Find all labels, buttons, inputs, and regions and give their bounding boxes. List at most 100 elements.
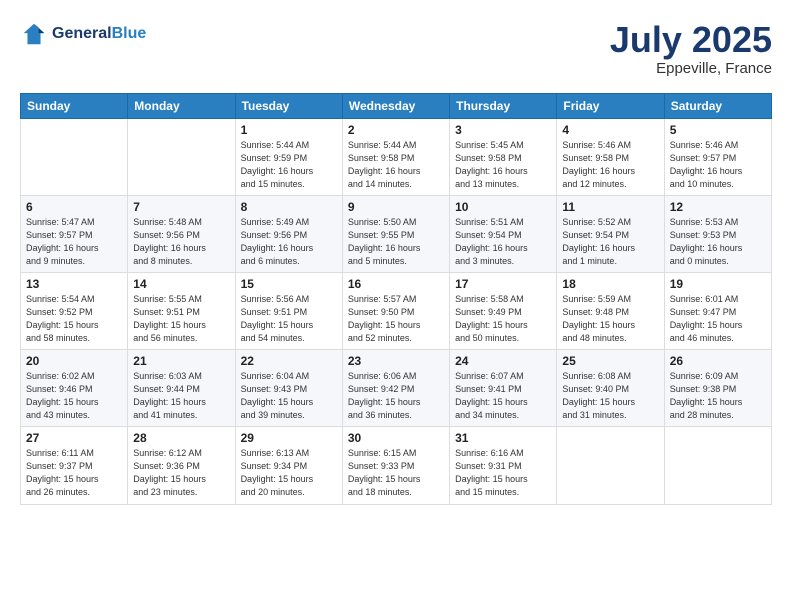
day-info: Sunrise: 5:59 AM Sunset: 9:48 PM Dayligh… — [562, 293, 658, 345]
day-number: 27 — [26, 431, 122, 445]
weekday-header-row: SundayMondayTuesdayWednesdayThursdayFrid… — [21, 93, 772, 118]
title-block: July 2025 Eppeville, France — [610, 20, 772, 77]
calendar-cell: 9 Sunrise: 5:50 AM Sunset: 9:55 PM Daylig… — [342, 195, 449, 272]
day-info: Sunrise: 5:47 AM Sunset: 9:57 PM Dayligh… — [26, 216, 122, 268]
location: Eppeville, France — [610, 60, 772, 77]
day-number: 13 — [26, 277, 122, 291]
day-number: 9 — [348, 200, 444, 214]
day-info: Sunrise: 5:45 AM Sunset: 9:58 PM Dayligh… — [455, 139, 551, 191]
calendar-cell: 24Sunrise: 6:07 AM Sunset: 9:41 PM Dayli… — [450, 350, 557, 427]
day-info: Sunrise: 5:48 AM Sunset: 9:56 PM Dayligh… — [133, 216, 229, 268]
day-number: 25 — [562, 354, 658, 368]
day-number: 21 — [133, 354, 229, 368]
weekday-header: Friday — [557, 93, 664, 118]
day-number: 19 — [670, 277, 766, 291]
calendar-week-row: 13 Sunrise: 5:54 AM Sunset: 9:52 PM Dayli… — [21, 272, 772, 349]
day-info: Sunrise: 5:46 AM Sunset: 9:57 PM Dayligh… — [670, 139, 766, 191]
day-info: Sunrise: 5:54 AM Sunset: 9:52 PM Dayligh… — [26, 293, 122, 345]
calendar-cell: 30 Sunrise: 6:15 AM Sunset: 9:33 PM Dayli… — [342, 427, 449, 504]
weekday-header: Thursday — [450, 93, 557, 118]
calendar-cell — [664, 427, 771, 504]
calendar-cell: 4 Sunrise: 5:46 AM Sunset: 9:58 PM Daylig… — [557, 118, 664, 195]
weekday-header: Monday — [128, 93, 235, 118]
day-number: 30 — [348, 431, 444, 445]
day-info: Sunrise: 5:55 AM Sunset: 9:51 PM Dayligh… — [133, 293, 229, 345]
day-info: Sunrise: 5:57 AM Sunset: 9:50 PM Dayligh… — [348, 293, 444, 345]
calendar-cell: 14 Sunrise: 5:55 AM Sunset: 9:51 PM Dayli… — [128, 272, 235, 349]
day-info: Sunrise: 5:49 AM Sunset: 9:56 PM Dayligh… — [241, 216, 337, 268]
day-number: 12 — [670, 200, 766, 214]
day-number: 2 — [348, 123, 444, 137]
day-number: 4 — [562, 123, 658, 137]
day-number: 23 — [348, 354, 444, 368]
day-info: Sunrise: 5:46 AM Sunset: 9:58 PM Dayligh… — [562, 139, 658, 191]
calendar-week-row: 6 Sunrise: 5:47 AM Sunset: 9:57 PM Daylig… — [21, 195, 772, 272]
calendar-cell: 25Sunrise: 6:08 AM Sunset: 9:40 PM Dayli… — [557, 350, 664, 427]
day-info: Sunrise: 5:51 AM Sunset: 9:54 PM Dayligh… — [455, 216, 551, 268]
calendar-cell: 17Sunrise: 5:58 AM Sunset: 9:49 PM Dayli… — [450, 272, 557, 349]
calendar-cell: 10 Sunrise: 5:51 AM Sunset: 9:54 PM Dayli… — [450, 195, 557, 272]
calendar-cell: 13 Sunrise: 5:54 AM Sunset: 9:52 PM Dayli… — [21, 272, 128, 349]
calendar-cell: 22 Sunrise: 6:04 AM Sunset: 9:43 PM Dayli… — [235, 350, 342, 427]
logo-text: GeneralBlue — [52, 25, 146, 43]
calendar-cell: 8Sunrise: 5:49 AM Sunset: 9:56 PM Daylig… — [235, 195, 342, 272]
logo-icon — [20, 20, 48, 48]
calendar-cell: 6 Sunrise: 5:47 AM Sunset: 9:57 PM Daylig… — [21, 195, 128, 272]
calendar-cell: 18Sunrise: 5:59 AM Sunset: 9:48 PM Dayli… — [557, 272, 664, 349]
calendar-table: SundayMondayTuesdayWednesdayThursdayFrid… — [20, 93, 772, 505]
day-number: 15 — [241, 277, 337, 291]
day-number: 14 — [133, 277, 229, 291]
calendar-cell: 15 Sunrise: 5:56 AM Sunset: 9:51 PM Dayli… — [235, 272, 342, 349]
day-number: 22 — [241, 354, 337, 368]
calendar-cell: 11Sunrise: 5:52 AM Sunset: 9:54 PM Dayli… — [557, 195, 664, 272]
calendar-week-row: 20Sunrise: 6:02 AM Sunset: 9:46 PM Dayli… — [21, 350, 772, 427]
calendar-cell: 5 Sunrise: 5:46 AM Sunset: 9:57 PM Daylig… — [664, 118, 771, 195]
calendar-cell: 29Sunrise: 6:13 AM Sunset: 9:34 PM Dayli… — [235, 427, 342, 504]
calendar-cell: 1Sunrise: 5:44 AM Sunset: 9:59 PM Daylig… — [235, 118, 342, 195]
calendar-cell: 21 Sunrise: 6:03 AM Sunset: 9:44 PM Dayli… — [128, 350, 235, 427]
day-info: Sunrise: 6:07 AM Sunset: 9:41 PM Dayligh… — [455, 370, 551, 422]
day-number: 26 — [670, 354, 766, 368]
calendar-cell: 28Sunrise: 6:12 AM Sunset: 9:36 PM Dayli… — [128, 427, 235, 504]
calendar-cell: 19 Sunrise: 6:01 AM Sunset: 9:47 PM Dayli… — [664, 272, 771, 349]
day-number: 7 — [133, 200, 229, 214]
calendar-cell: 2 Sunrise: 5:44 AM Sunset: 9:58 PM Daylig… — [342, 118, 449, 195]
day-info: Sunrise: 5:56 AM Sunset: 9:51 PM Dayligh… — [241, 293, 337, 345]
logo: GeneralBlue — [20, 20, 146, 48]
calendar-cell: 20Sunrise: 6:02 AM Sunset: 9:46 PM Dayli… — [21, 350, 128, 427]
day-info: Sunrise: 6:09 AM Sunset: 9:38 PM Dayligh… — [670, 370, 766, 422]
calendar-cell: 23Sunrise: 6:06 AM Sunset: 9:42 PM Dayli… — [342, 350, 449, 427]
day-number: 20 — [26, 354, 122, 368]
day-info: Sunrise: 6:03 AM Sunset: 9:44 PM Dayligh… — [133, 370, 229, 422]
weekday-header: Wednesday — [342, 93, 449, 118]
day-number: 31 — [455, 431, 551, 445]
calendar-cell: 26 Sunrise: 6:09 AM Sunset: 9:38 PM Dayli… — [664, 350, 771, 427]
day-info: Sunrise: 6:12 AM Sunset: 9:36 PM Dayligh… — [133, 447, 229, 499]
day-number: 1 — [241, 123, 337, 137]
day-info: Sunrise: 5:58 AM Sunset: 9:49 PM Dayligh… — [455, 293, 551, 345]
day-info: Sunrise: 6:15 AM Sunset: 9:33 PM Dayligh… — [348, 447, 444, 499]
calendar-cell: 31 Sunrise: 6:16 AM Sunset: 9:31 PM Dayli… — [450, 427, 557, 504]
calendar-cell: 7 Sunrise: 5:48 AM Sunset: 9:56 PM Daylig… — [128, 195, 235, 272]
day-info: Sunrise: 6:16 AM Sunset: 9:31 PM Dayligh… — [455, 447, 551, 499]
day-info: Sunrise: 6:04 AM Sunset: 9:43 PM Dayligh… — [241, 370, 337, 422]
day-number: 29 — [241, 431, 337, 445]
day-info: Sunrise: 5:50 AM Sunset: 9:55 PM Dayligh… — [348, 216, 444, 268]
day-info: Sunrise: 6:11 AM Sunset: 9:37 PM Dayligh… — [26, 447, 122, 499]
calendar-week-row: 27 Sunrise: 6:11 AM Sunset: 9:37 PM Dayli… — [21, 427, 772, 504]
weekday-header: Tuesday — [235, 93, 342, 118]
day-number: 6 — [26, 200, 122, 214]
month-title: July 2025 — [610, 20, 772, 60]
calendar-cell: 27 Sunrise: 6:11 AM Sunset: 9:37 PM Dayli… — [21, 427, 128, 504]
day-number: 10 — [455, 200, 551, 214]
calendar-cell — [21, 118, 128, 195]
day-number: 5 — [670, 123, 766, 137]
weekday-header: Saturday — [664, 93, 771, 118]
day-number: 16 — [348, 277, 444, 291]
calendar-cell — [128, 118, 235, 195]
day-info: Sunrise: 6:01 AM Sunset: 9:47 PM Dayligh… — [670, 293, 766, 345]
weekday-header: Sunday — [21, 93, 128, 118]
day-info: Sunrise: 5:44 AM Sunset: 9:58 PM Dayligh… — [348, 139, 444, 191]
day-number: 3 — [455, 123, 551, 137]
day-info: Sunrise: 5:52 AM Sunset: 9:54 PM Dayligh… — [562, 216, 658, 268]
